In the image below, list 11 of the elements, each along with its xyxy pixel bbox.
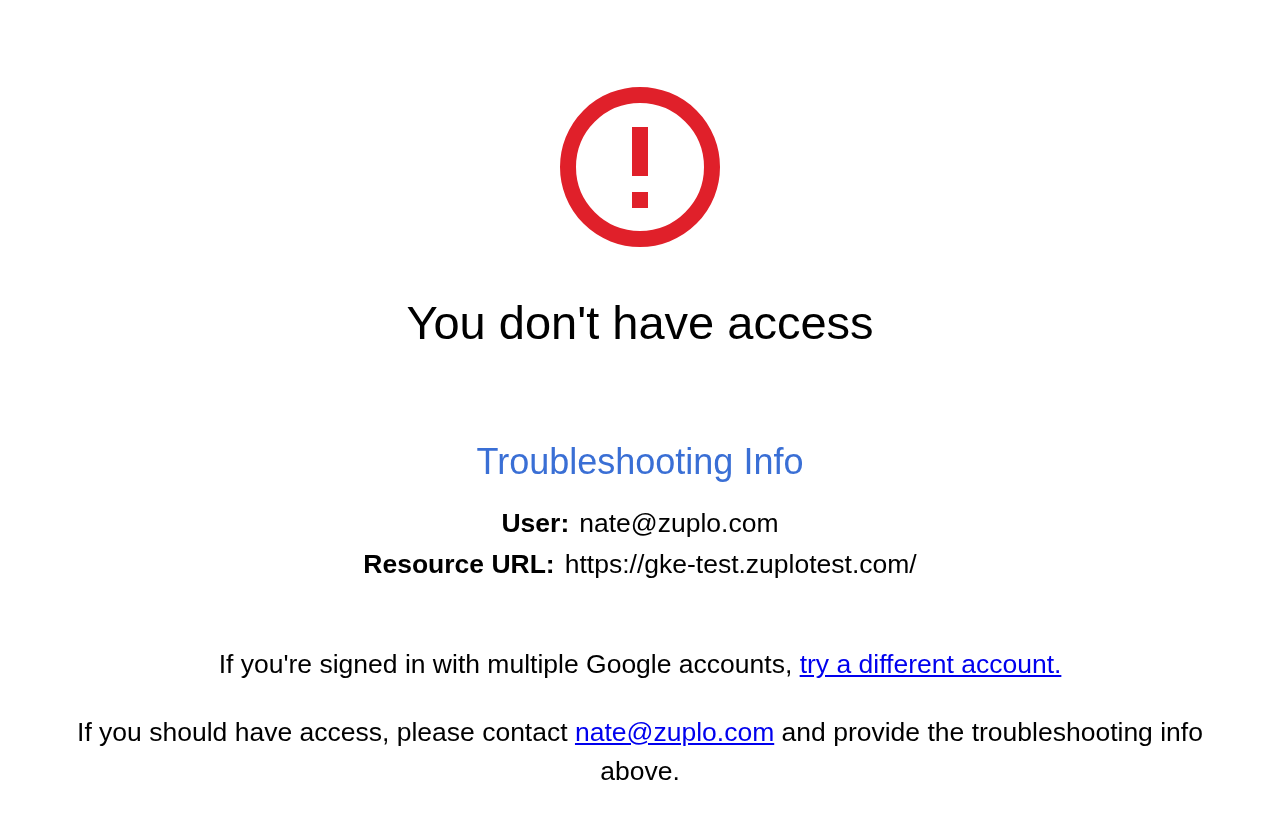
field-value: nate@zuplo.com <box>579 507 779 540</box>
help-message: If you're signed in with multiple Google accounts, try a different account. <box>218 648 1062 681</box>
field-value: https://gke-test.zuplotest.com/ <box>564 548 917 581</box>
error-icon <box>560 87 720 247</box>
section-title: Troubleshooting Info <box>476 442 804 482</box>
field-label: User: <box>501 507 570 540</box>
help-message: If you should have access, please contact nate@zuplo.com and provide the troubleshooting info above. <box>76 716 1204 788</box>
page-heading: You don't have access <box>406 296 874 350</box>
message-link[interactable]: try a different account. <box>799 649 1062 679</box>
field-label: Resource URL: <box>363 548 555 581</box>
message-link[interactable]: nate@zuplo.com <box>574 717 775 747</box>
